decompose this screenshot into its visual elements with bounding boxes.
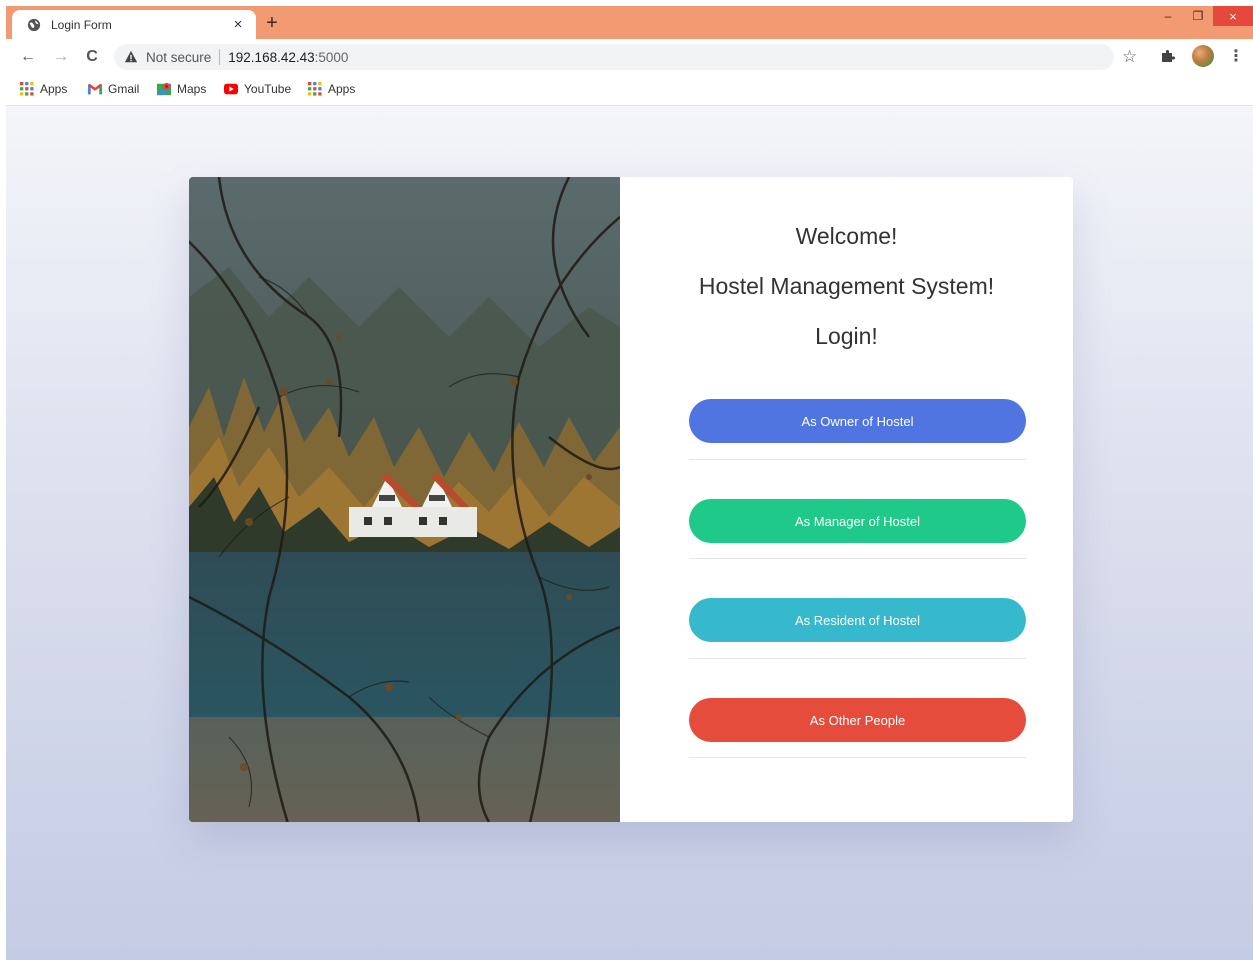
bookmark-apps[interactable]: Apps [20,82,67,96]
divider [689,658,1026,659]
bookmark-star-icon[interactable]: ☆ [1122,47,1137,67]
manager-login-button[interactable]: As Manager of Hostel [689,499,1026,543]
browser-toolbar: ← → C Not secure 192.168.42.43:5000 ☆ ⋮ [6,39,1253,75]
bookmark-youtube[interactable]: YouTube [224,82,291,96]
login-card: Welcome! Hostel Management System! Login… [189,177,1073,822]
divider [689,558,1026,559]
new-tab-button[interactable]: + [261,12,283,34]
bookmark-label: Apps [40,82,68,96]
url-host: 192.168.42.43 [228,49,315,65]
minimize-button[interactable]: – [1153,6,1183,26]
title-bar: Login Form × + – ❐ × [6,6,1253,39]
owner-login-button[interactable]: As Owner of Hostel [689,399,1026,443]
bookmark-label: Gmail [108,82,140,96]
bookmark-label: Maps [177,82,207,96]
tab-title: Login Form [51,17,112,32]
resident-login-button[interactable]: As Resident of Hostel [689,598,1026,642]
maps-icon [157,82,171,96]
login-heading: Login! [815,323,878,349]
bookmark-label: YouTube [244,82,292,96]
divider [689,757,1026,758]
globe-icon [27,18,41,31]
security-label: Not secure [146,49,212,65]
apps-grid-icon [308,82,322,96]
gmail-icon [88,83,102,95]
browser-window: Login Form × + – ❐ × ← → C Not secure 19… [6,6,1253,960]
back-button[interactable]: ← [18,47,38,67]
profile-avatar[interactable] [1192,45,1214,67]
window-controls: – ❐ × [1153,6,1253,26]
bookmark-gmail[interactable]: Gmail [88,82,139,96]
warning-icon [124,50,138,63]
page-viewport: Welcome! Hostel Management System! Login… [6,106,1253,960]
other-people-login-button[interactable]: As Other People [689,698,1026,742]
apps-grid-icon [20,82,34,96]
hostel-lake-photo [189,177,620,822]
browser-menu-icon[interactable]: ⋮ [1228,46,1244,66]
forward-button[interactable]: → [51,47,71,67]
url-port: :5000 [314,49,349,65]
bookmarks-bar: Apps Gmail Maps YouTube Apps [6,75,1253,106]
bookmark-maps[interactable]: Maps [157,82,206,96]
reload-button[interactable]: C [82,47,102,67]
tab-close-icon[interactable]: × [230,16,246,33]
extensions-puzzle-icon[interactable] [1160,48,1176,64]
bookmark-label: Apps [328,82,356,96]
browser-tab[interactable]: Login Form × [12,10,256,39]
url-separator [219,49,221,65]
divider [689,459,1026,460]
system-title: Hostel Management System! [698,273,995,299]
login-panel: Welcome! Hostel Management System! Login… [620,177,1073,822]
address-bar[interactable]: Not secure 192.168.42.43:5000 [114,44,1114,70]
window-close-button[interactable]: × [1213,6,1253,26]
welcome-heading: Welcome! [795,223,898,249]
bookmark-apps-2[interactable]: Apps [308,82,355,96]
restore-button[interactable]: ❐ [1183,6,1213,26]
youtube-icon [224,83,238,95]
